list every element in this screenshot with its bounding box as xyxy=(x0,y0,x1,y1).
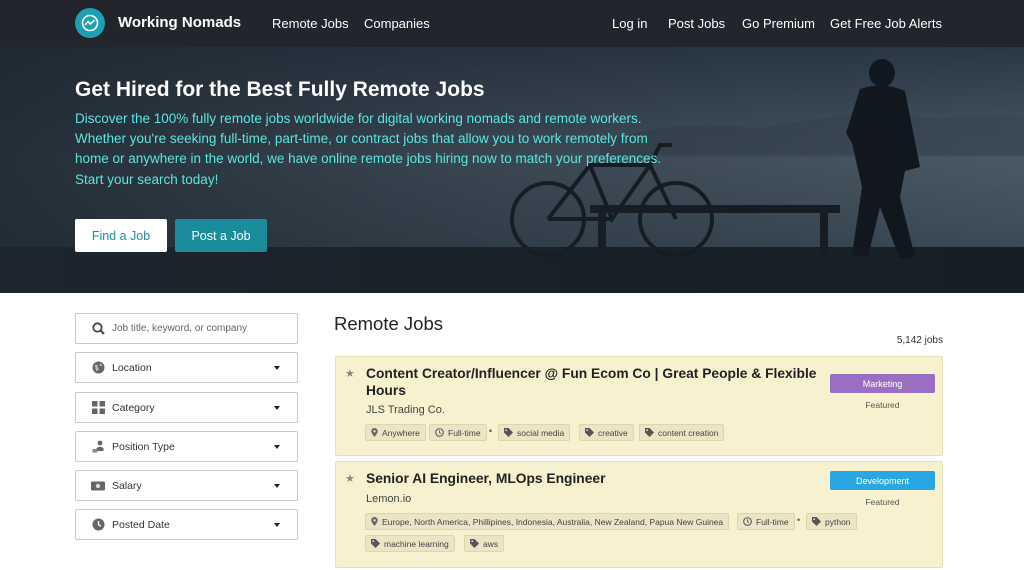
category-badge[interactable]: Marketing xyxy=(830,374,935,393)
location-dropdown[interactable]: Location xyxy=(75,352,298,383)
skill-tag-text: python xyxy=(825,516,851,527)
job-type-text: Full-time xyxy=(756,516,789,527)
job-card[interactable]: ★ Senior AI Engineer, MLOps Engineer Lem… xyxy=(335,461,943,568)
chevron-down-icon xyxy=(274,522,280,527)
skill-tag[interactable]: social media xyxy=(498,424,571,441)
position-type-dropdown[interactable]: Position Type xyxy=(75,431,298,462)
skill-tag[interactable]: aws xyxy=(464,535,505,552)
skill-tag-text: content creation xyxy=(658,427,719,438)
location-text: Europe, North America, Phillipines, Indo… xyxy=(382,516,724,527)
skill-tag[interactable]: content creation xyxy=(639,424,725,441)
tag-icon xyxy=(470,539,479,548)
category-label: Category xyxy=(112,401,155,414)
chevron-down-icon xyxy=(274,483,280,488)
logo-icon[interactable] xyxy=(75,8,105,38)
star-icon[interactable]: ★ xyxy=(345,367,355,380)
job-title[interactable]: Content Creator/Influencer @ Fun Ecom Co… xyxy=(366,366,826,399)
money-icon xyxy=(91,479,105,493)
search-icon xyxy=(91,322,105,336)
tag-icon xyxy=(812,517,821,526)
skill-tag[interactable]: creative xyxy=(579,424,634,441)
skill-tag-text: aws xyxy=(483,538,499,549)
company-name[interactable]: JLS Trading Co. xyxy=(366,404,445,416)
hero-banner: Get Hired for the Best Fully Remote Jobs… xyxy=(0,47,1024,293)
nav-free-job-alerts[interactable]: Get Free Job Alerts xyxy=(830,16,942,31)
job-title[interactable]: Senior AI Engineer, MLOps Engineer xyxy=(366,471,826,488)
top-nav: Working Nomads Remote Jobs Companies Log… xyxy=(0,0,1024,47)
star-icon[interactable]: ★ xyxy=(345,472,355,485)
category-dropdown[interactable]: Category xyxy=(75,392,298,423)
find-a-job-button[interactable]: Find a Job xyxy=(75,219,167,252)
tag-icon xyxy=(504,428,513,437)
location-tag: Europe, North America, Phillipines, Indo… xyxy=(365,513,730,530)
chevron-down-icon xyxy=(274,405,280,410)
clock-icon xyxy=(435,428,444,437)
page-title: Remote Jobs xyxy=(334,313,443,334)
separator-dot: • xyxy=(797,515,801,525)
tag-icon xyxy=(585,428,594,437)
featured-label: Featured xyxy=(865,497,900,507)
position-type-label: Position Type xyxy=(112,440,175,453)
nav-companies[interactable]: Companies xyxy=(364,16,430,31)
clock-icon xyxy=(743,517,752,526)
search-box[interactable] xyxy=(75,313,298,344)
chevron-down-icon xyxy=(274,444,280,449)
hero-description: Discover the 100% fully remote jobs worl… xyxy=(75,111,662,187)
brand-name[interactable]: Working Nomads xyxy=(118,14,241,31)
map-pin-icon xyxy=(371,517,378,526)
clock-icon xyxy=(91,518,105,532)
job-card[interactable]: ★ Content Creator/Influencer @ Fun Ecom … xyxy=(335,356,943,456)
separator-dot: • xyxy=(489,426,493,436)
skill-tag[interactable]: python xyxy=(806,513,857,530)
post-a-job-button[interactable]: Post a Job xyxy=(175,219,267,252)
category-badge[interactable]: Development xyxy=(830,471,935,490)
skill-tag-text: machine learning xyxy=(384,538,449,549)
grid-icon xyxy=(91,401,105,415)
tag-icon xyxy=(371,539,380,548)
skill-tag-text: creative xyxy=(598,427,628,438)
search-input[interactable] xyxy=(112,323,282,334)
nav-go-premium[interactable]: Go Premium xyxy=(742,16,815,31)
job-type-text: Full-time xyxy=(448,427,481,438)
skill-tag-text: social media xyxy=(517,427,565,438)
nav-log-in[interactable]: Log in xyxy=(612,16,647,31)
map-pin-icon xyxy=(371,428,378,437)
posted-date-label: Posted Date xyxy=(112,518,170,531)
salary-label: Salary xyxy=(112,479,142,492)
hero-title: Get Hired for the Best Fully Remote Jobs xyxy=(75,78,485,101)
job-type-tag: Full-time xyxy=(737,513,795,530)
featured-label: Featured xyxy=(865,400,900,410)
skill-tag[interactable]: machine learning xyxy=(365,535,455,552)
posted-date-dropdown[interactable]: Posted Date xyxy=(75,509,298,540)
chevron-down-icon xyxy=(274,365,280,370)
tag-icon xyxy=(645,428,654,437)
salary-dropdown[interactable]: Salary xyxy=(75,470,298,501)
job-type-tag: Full-time xyxy=(429,424,487,441)
nav-remote-jobs[interactable]: Remote Jobs xyxy=(272,16,349,31)
person-desk-icon xyxy=(91,440,105,454)
location-text: Anywhere xyxy=(382,427,420,438)
location-label: Location xyxy=(112,361,152,374)
globe-icon xyxy=(91,361,105,375)
location-tag: Anywhere xyxy=(365,424,426,441)
company-name[interactable]: Lemon.io xyxy=(366,493,411,505)
job-count: 5,142 jobs xyxy=(896,335,943,346)
nav-post-jobs[interactable]: Post Jobs xyxy=(668,16,725,31)
